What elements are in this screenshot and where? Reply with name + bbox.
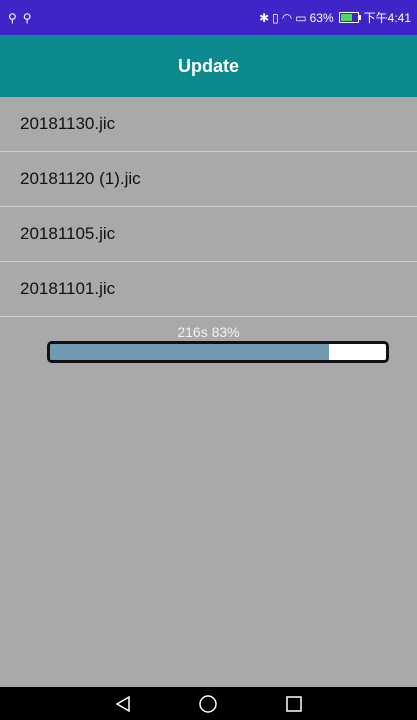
home-button[interactable] — [188, 687, 228, 720]
status-left: ⚲ ⚲ — [8, 11, 32, 25]
progress-fill — [50, 344, 330, 360]
wifi-icon: ◠ — [281, 10, 293, 25]
battery-percent: 63% — [309, 10, 334, 25]
navigation-bar — [0, 687, 417, 720]
progress-bar — [47, 341, 389, 363]
sim-icon: ▭ — [295, 10, 307, 25]
file-name: 20181105.jic — [20, 224, 116, 243]
usb-icon: ⚲ — [22, 10, 32, 25]
list-item[interactable]: 20181101.jic — [0, 262, 417, 317]
vibrate-icon: ▯ — [272, 10, 279, 25]
back-icon — [115, 695, 130, 712]
file-name: 20181120 (1).jic — [20, 169, 141, 188]
list-item[interactable]: 20181130.jic — [0, 97, 417, 152]
app-bar: Update — [0, 35, 417, 97]
status-bar: ⚲ ⚲ ✱ ▯ ◠ ▭ 63% 下午4:41 — [0, 0, 417, 35]
home-icon — [199, 694, 218, 713]
file-list: 20181130.jic 20181120 (1).jic 20181105.j… — [0, 97, 417, 317]
list-item[interactable]: 20181120 (1).jic — [0, 152, 417, 207]
file-name: 20181101.jic — [20, 279, 116, 298]
status-right: ✱ ▯ ◠ ▭ 63% 下午4:41 — [259, 9, 411, 26]
recents-button[interactable] — [274, 687, 314, 720]
list-item[interactable]: 20181105.jic — [0, 207, 417, 262]
usb-icon: ⚲ — [8, 10, 17, 25]
progress-label: 216s 83% — [177, 324, 240, 340]
status-time: 下午4:41 — [363, 11, 411, 25]
recents-icon — [286, 695, 302, 712]
bluetooth-icon: ✱ — [259, 10, 270, 25]
battery-icon — [338, 12, 361, 23]
page-title: Update — [177, 55, 239, 76]
file-name: 20181130.jic — [20, 114, 116, 133]
back-button[interactable] — [103, 687, 143, 720]
